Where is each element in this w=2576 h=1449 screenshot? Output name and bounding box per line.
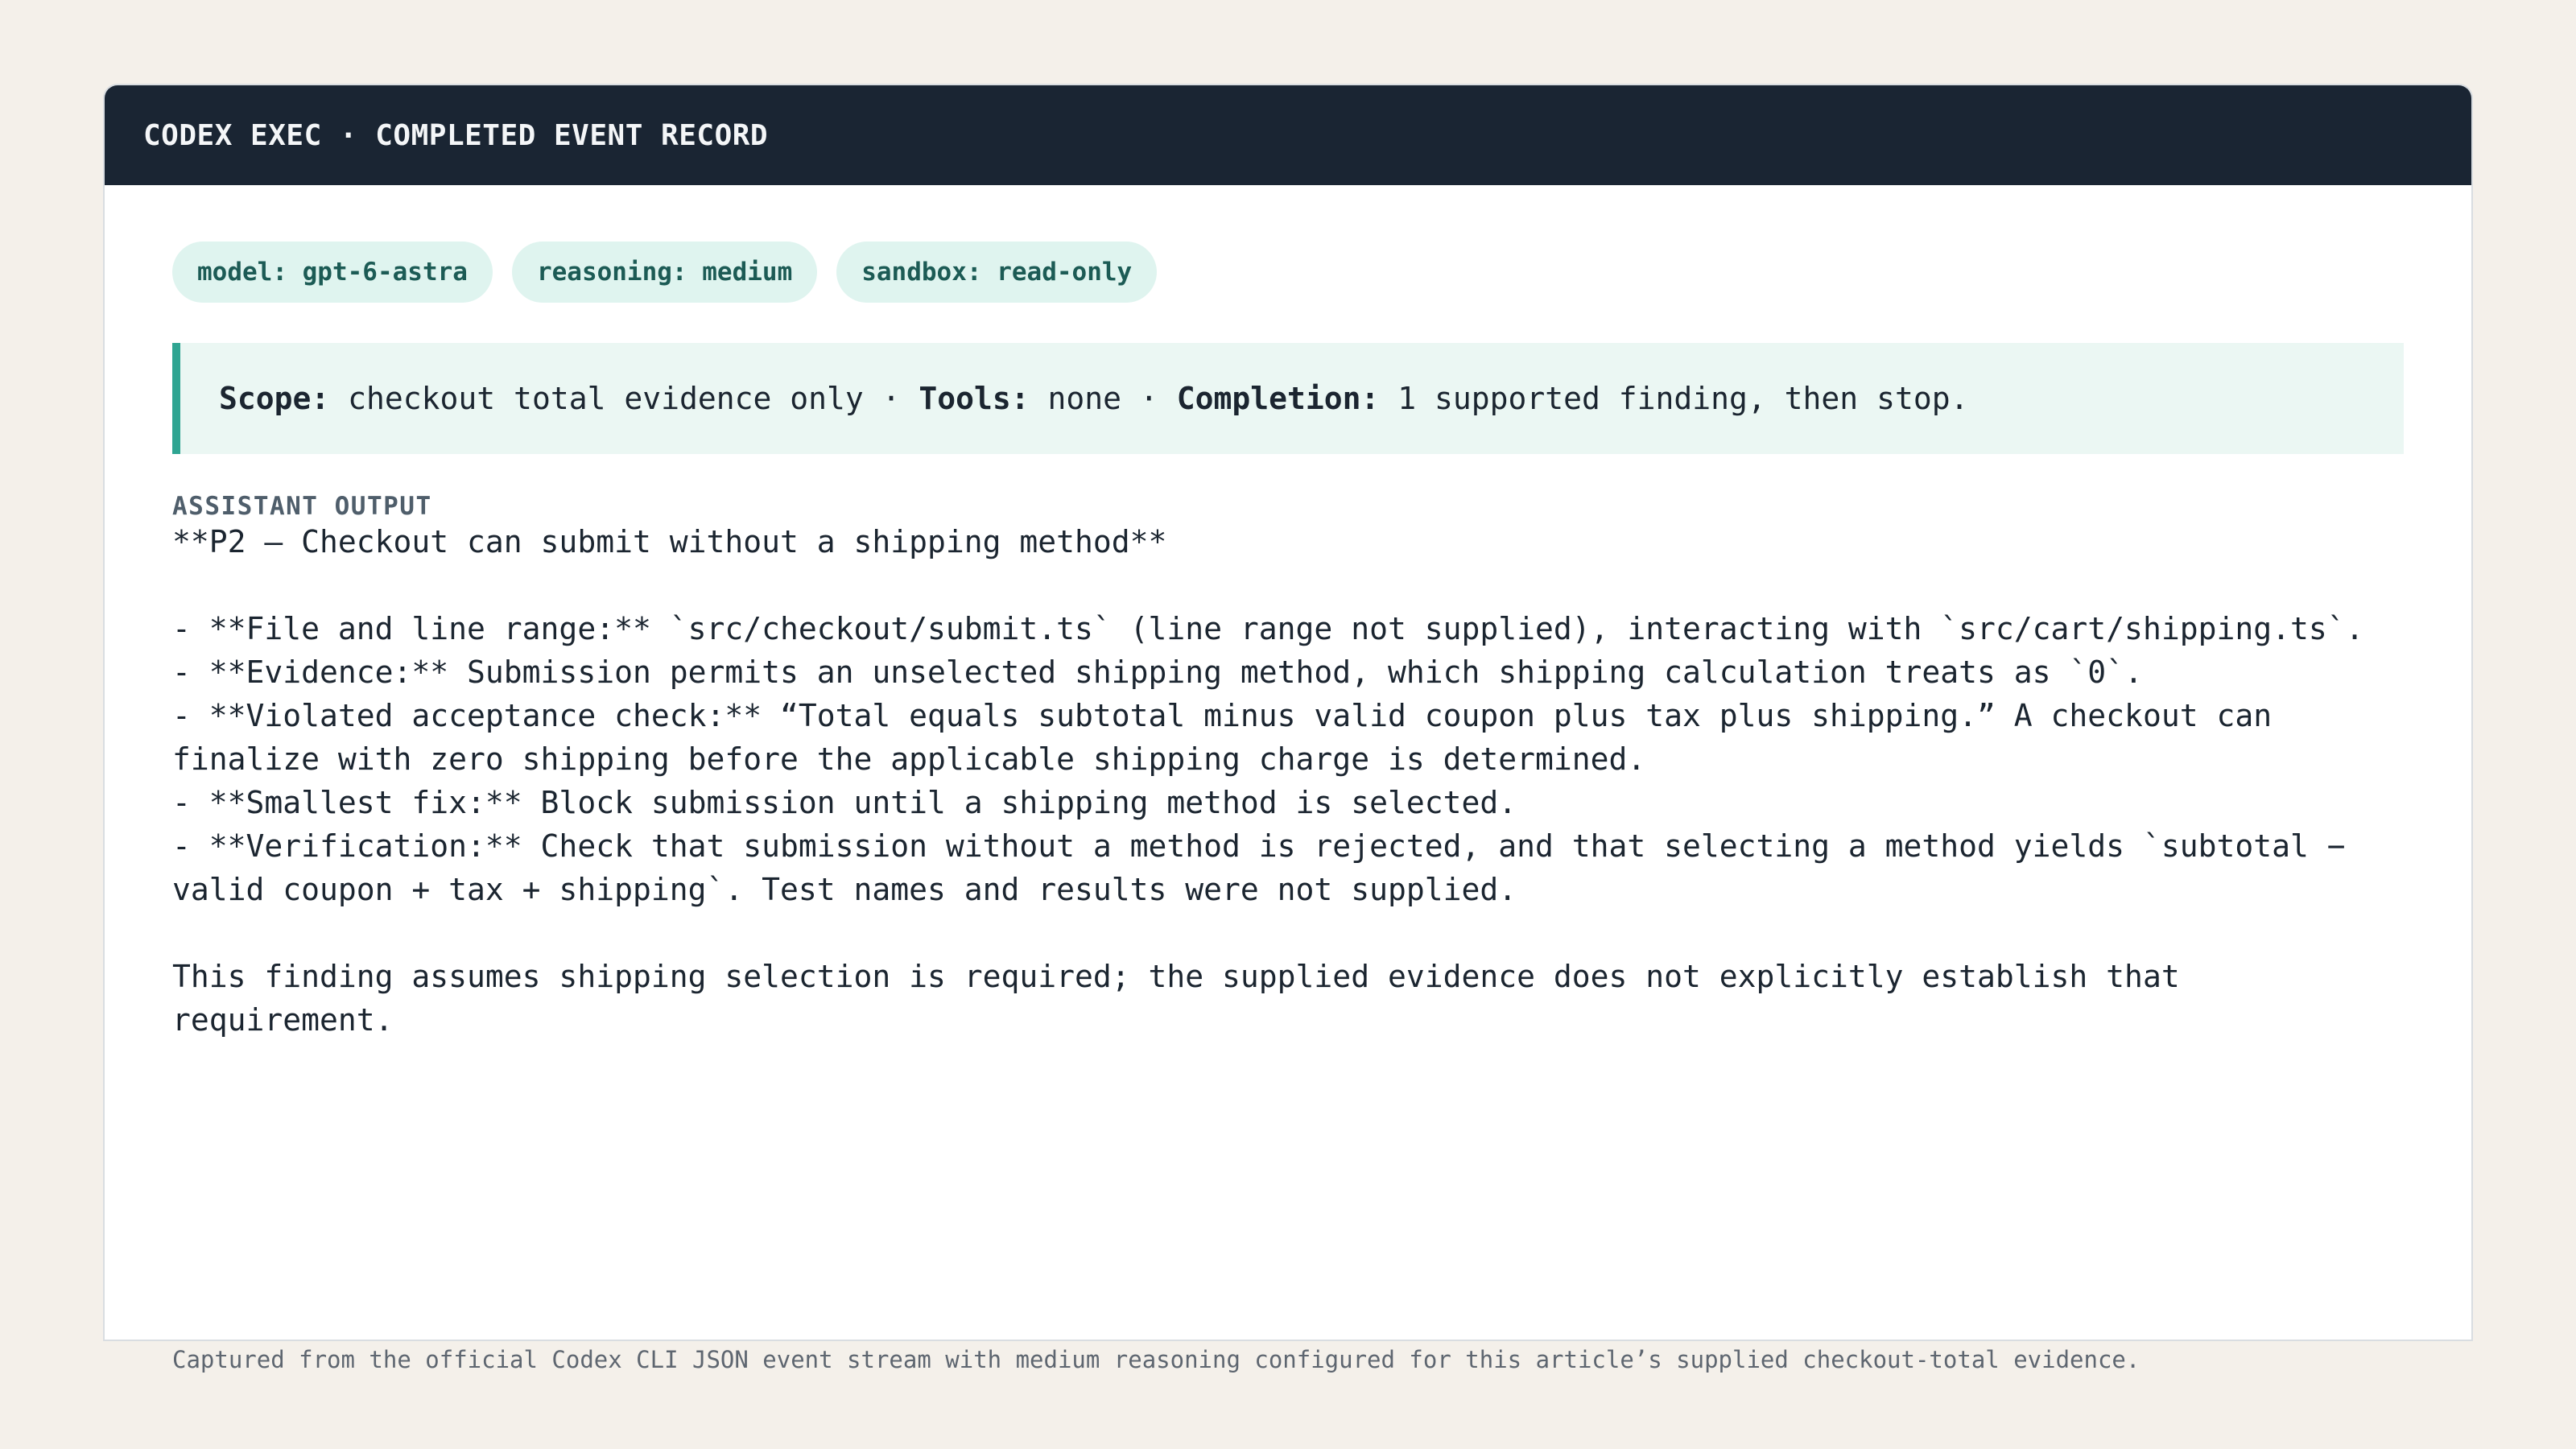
- finding-bullet-violated-check: - **Violated acceptance check:** “Total …: [172, 698, 2290, 777]
- assistant-output-label: ASSISTANT OUTPUT: [172, 492, 432, 521]
- tools-label: Tools:: [919, 381, 1030, 416]
- finding-bullet-file: - **File and line range:** `src/checkout…: [172, 611, 2364, 646]
- scope-label: Scope:: [219, 381, 330, 416]
- footer-caption: Captured from the official Codex CLI JSO…: [172, 1346, 2140, 1373]
- panel-body: model: gpt-6-astra reasoning: medium san…: [105, 185, 2471, 1042]
- finding-assumption-note: This finding assumes shipping selection …: [172, 959, 2198, 1038]
- finding-heading: **P2 — Checkout can submit without a shi…: [172, 524, 1167, 559]
- model-badge: model: gpt-6-astra: [172, 242, 493, 303]
- finding-bullet-verification: - **Verification:** Check that submissio…: [172, 828, 2364, 907]
- tools-value: none ·: [1029, 381, 1177, 416]
- completion-value: 1 supported finding, then stop.: [1379, 381, 1969, 416]
- reasoning-badge: reasoning: medium: [511, 242, 818, 303]
- scope-value: checkout total evidence only ·: [329, 381, 919, 416]
- sandbox-badge: sandbox: read-only: [836, 242, 1158, 303]
- panel-title: CODEX EXEC · COMPLETED EVENT RECORD: [143, 118, 769, 152]
- title-bar: CODEX EXEC · COMPLETED EVENT RECORD: [105, 85, 2471, 185]
- assistant-output: **P2 — Checkout can submit without a shi…: [172, 520, 2404, 1042]
- event-record-panel: CODEX EXEC · COMPLETED EVENT RECORD mode…: [103, 84, 2473, 1341]
- finding-bullet-smallest-fix: - **Smallest fix:** Block submission unt…: [172, 785, 1517, 820]
- scope-callout: Scope: checkout total evidence only · To…: [172, 343, 2404, 454]
- config-badges: model: gpt-6-astra reasoning: medium san…: [172, 242, 2404, 303]
- finding-bullet-evidence: - **Evidence:** Submission permits an un…: [172, 654, 2143, 690]
- completion-label: Completion:: [1176, 381, 1380, 416]
